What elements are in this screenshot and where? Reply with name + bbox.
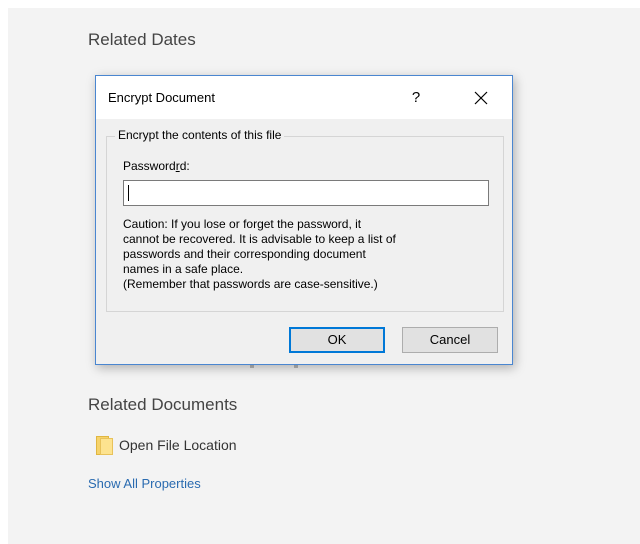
help-button[interactable]: ? (402, 84, 430, 112)
show-all-properties-link[interactable]: Show All Properties (88, 476, 201, 491)
password-input[interactable] (123, 180, 489, 206)
encrypt-document-dialog: Encrypt Document ? Encrypt the contents … (95, 75, 513, 365)
caution-line: Caution: If you lose or forget the passw… (123, 217, 362, 231)
group-label: Encrypt the contents of this file (115, 128, 285, 142)
password-label: Passwordrd: (123, 159, 190, 173)
caution-line: passwords and their corresponding docume… (123, 247, 366, 261)
open-file-location-label: Open File Location (119, 437, 237, 453)
dialog-title: Encrypt Document (108, 90, 215, 105)
cancel-button[interactable]: Cancel (402, 327, 498, 353)
related-dates-heading: Related Dates (88, 30, 196, 49)
related-documents-heading: Related Documents (88, 395, 238, 414)
folder-icon (96, 435, 113, 455)
close-icon (474, 91, 488, 105)
caution-line: cannot be recovered. It is advisable to … (123, 232, 396, 246)
caution-line: names in a safe place. (123, 262, 244, 276)
password-label-part: d: (179, 159, 190, 173)
ok-button[interactable]: OK (289, 327, 385, 353)
open-file-location-link[interactable]: Open File Location (96, 434, 237, 456)
caution-text: Caution: If you lose or forget the passw… (123, 217, 493, 292)
password-label-part: Password (123, 159, 176, 173)
encrypt-contents-group: Encrypt the contents of this file Passwo… (106, 128, 504, 312)
close-button[interactable] (466, 84, 496, 112)
caution-line: (Remember that passwords are case-sensit… (123, 277, 378, 291)
dialog-titlebar[interactable]: Encrypt Document ? (96, 76, 512, 119)
text-caret (128, 185, 129, 201)
